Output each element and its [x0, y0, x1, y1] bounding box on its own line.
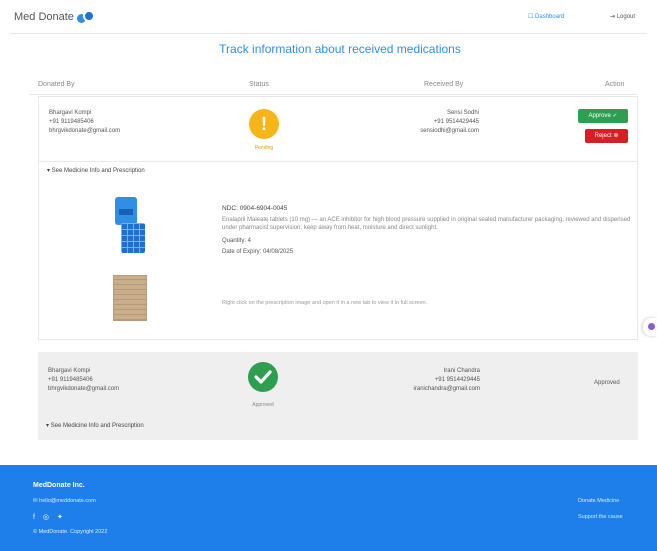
medicine-expiry: Date of Expiry: 04/08/2025 [222, 249, 294, 255]
footer-copyright: © MedDonate. Copyright 2022 [33, 529, 108, 535]
action-approved-text: Approved [594, 380, 620, 386]
nav-dashboard-link[interactable]: ☐ Dashboard [528, 13, 564, 20]
medicine-description: Enalapril Maleate tablets (10 mg) — an A… [222, 217, 631, 231]
donor-info: Bhargavi Kompi +91 9119485406 bhrgvikdon… [49, 109, 120, 136]
recipient-email: sensiodhi@gmail.com [420, 128, 479, 134]
footer-social-icons[interactable]: f ◎ ✦ [33, 513, 66, 521]
donor-phone: +91 9119485406 [49, 119, 94, 125]
column-status: Status [249, 81, 269, 88]
donor-info: Bhargavi Kompi +91 9119485406 bhrgvikdon… [48, 367, 119, 394]
column-received-by: Received By [424, 81, 464, 88]
chat-icon[interactable] [643, 318, 657, 336]
donation-card-approved: Bhargavi Kompi +91 9119485406 bhrgvikdon… [38, 352, 638, 440]
recipient-name: Sensi Sodhi [446, 110, 479, 116]
donation-card-pending: Bhargavi Kompi +91 9119485406 bhrgvikdon… [38, 96, 638, 340]
recipient-name: Irani Chandra [443, 368, 480, 374]
donor-phone: +91 9119485406 [48, 377, 93, 383]
footer-support-link[interactable]: Support the cause [578, 514, 623, 520]
header-divider [10, 33, 647, 34]
medicine-info-toggle[interactable]: ▾ See Medicine Info and Prescription [47, 167, 145, 174]
prescription-image[interactable] [113, 275, 147, 321]
medicine-icon [109, 197, 149, 255]
brand-name: Med Donate [14, 11, 74, 23]
card-divider [39, 161, 637, 162]
pending-icon: ! [249, 109, 279, 139]
recipient-email: iranichandra@gmail.com [413, 386, 480, 392]
medicine-details: NDC: 0904-6904-0045 Enalapril Maleate ta… [222, 205, 632, 256]
medicine-info-toggle[interactable]: ▾ See Medicine Info and Prescription [46, 422, 144, 429]
check-icon [248, 362, 278, 392]
brand[interactable]: Med Donate [14, 10, 97, 24]
medicine-quantity: Quantity: 4 [222, 238, 252, 244]
status-label: Pending [254, 145, 274, 151]
donor-name: Bhargavi Kompi [49, 110, 92, 116]
logo-icon [76, 10, 97, 24]
prescription-note: Right click on the prescription image an… [222, 300, 428, 306]
donor-name: Bhargavi Kompi [48, 368, 91, 374]
recipient-info: Irani Chandra +91 9514429445 iranichandr… [414, 367, 480, 394]
page-title: Track information about received medicat… [219, 42, 461, 56]
status-label: Approved [252, 402, 274, 408]
recipient-info: Sensi Sodhi +91 9514429445 sensiodhi@gma… [420, 109, 479, 136]
table-header-divider [30, 94, 637, 95]
footer-email-link[interactable]: ✉ hello@meddonate.com [33, 498, 96, 504]
approve-button[interactable]: Approve ✓ [578, 109, 628, 123]
recipient-phone: +91 9514429445 [433, 119, 479, 125]
medicine-ndc: NDC: 0904-6904-0045 [222, 205, 288, 212]
footer: MedDonate Inc. ✉ hello@meddonate.com f ◎… [0, 465, 657, 551]
reject-button[interactable]: Reject ⊗ [585, 129, 628, 143]
donor-email: bhrgvikdonate@gmail.com [49, 128, 121, 134]
top-navbar: Med Donate ☐ Dashboard ⇥ Logout [0, 0, 657, 34]
column-action: Action [605, 81, 625, 88]
column-donated-by: Donated By [38, 81, 75, 88]
donor-email: bhrgvikdonate@gmail.com [48, 386, 120, 392]
nav-logout-link[interactable]: ⇥ Logout [610, 13, 635, 20]
footer-title: MedDonate Inc. [33, 482, 85, 489]
footer-donate-link[interactable]: Donate Medicine [578, 498, 619, 504]
recipient-phone: +91 9514429445 [434, 377, 480, 383]
